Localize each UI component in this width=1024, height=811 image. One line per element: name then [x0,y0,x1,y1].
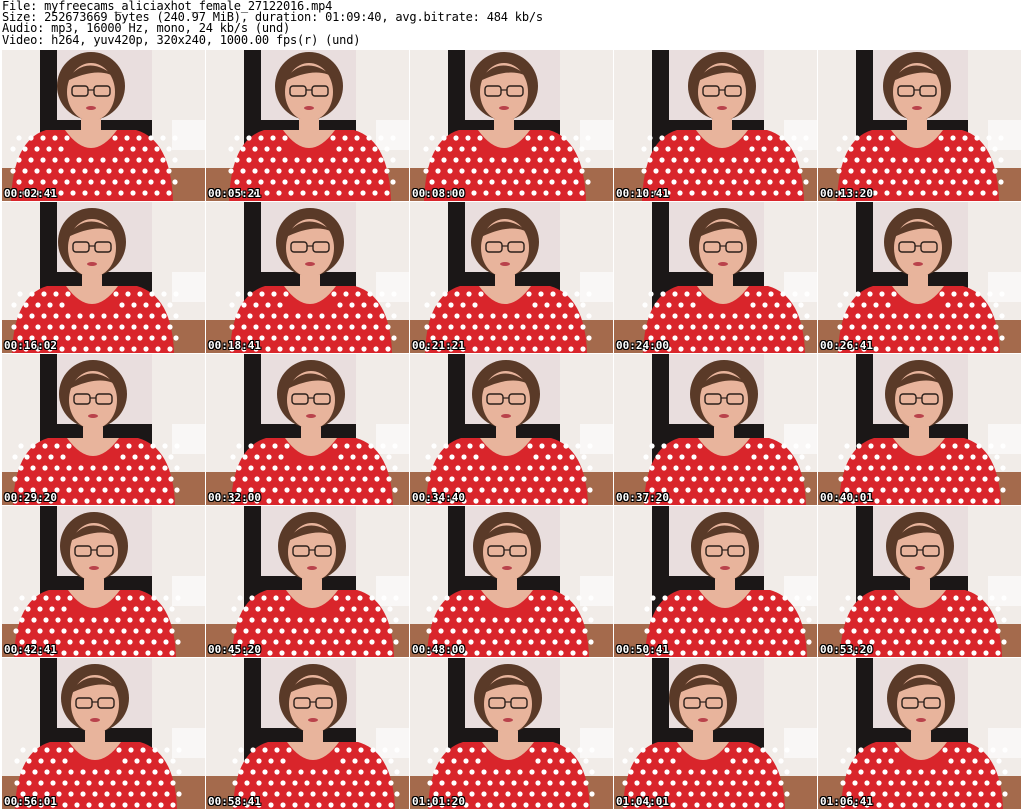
thumbnail-timestamp: 00:05:21 [208,187,261,200]
thumbnail-frame-image [410,506,613,657]
thumbnail-frame-image [614,354,817,505]
video-thumbnail: 00:37:20 [614,354,817,505]
thumbnail-frame-image [2,658,205,809]
thumbnail-timestamp: 00:56:01 [4,795,57,808]
video-thumbnail: 00:21:21 [410,202,613,353]
thumbnail-frame-image [818,50,1021,201]
thumbnail-frame-image [818,506,1021,657]
thumbnail-timestamp: 00:40:01 [820,491,873,504]
video-thumbnail: 00:10:41 [614,50,817,201]
thumbnail-frame-image [410,354,613,505]
thumbnail-timestamp: 00:58:41 [208,795,261,808]
video-info-line: Video: h264, yuv420p, 320x240, 1000.00 f… [2,32,361,47]
file-info-header: File: myfreecams_aliciaxhot_female_27122… [0,0,1024,51]
thumbnail-timestamp: 00:37:20 [616,491,669,504]
video-thumbnail: 00:32:00 [206,354,409,505]
thumbnail-timestamp: 00:32:00 [208,491,261,504]
thumbnail-frame-image [206,202,409,353]
thumbnail-frame-image [2,354,205,505]
video-thumbnail: 00:56:01 [2,658,205,809]
video-thumbnail: 00:45:20 [206,506,409,657]
video-thumbnail: 00:34:40 [410,354,613,505]
video-thumbnail: 00:08:00 [410,50,613,201]
video-thumbnail: 00:18:41 [206,202,409,353]
thumbnail-frame-image [410,202,613,353]
video-thumbnail: 01:04:01 [614,658,817,809]
thumbnail-timestamp: 00:16:02 [4,339,57,352]
video-thumbnail: 00:42:41 [2,506,205,657]
video-thumbnail: 00:13:20 [818,50,1021,201]
thumbnail-frame-image [2,202,205,353]
video-thumbnail: 00:58:41 [206,658,409,809]
video-thumbnail: 01:01:20 [410,658,613,809]
video-thumbnail: 00:40:01 [818,354,1021,505]
thumbnail-timestamp: 00:08:00 [412,187,465,200]
video-thumbnail: 00:53:20 [818,506,1021,657]
thumbnail-timestamp: 00:24:00 [616,339,669,352]
thumbnail-frame-image [818,354,1021,505]
thumbnail-frame-image [206,50,409,201]
thumbnail-frame-image [614,506,817,657]
video-thumbnail: 00:50:41 [614,506,817,657]
video-thumbnail: 00:24:00 [614,202,817,353]
thumbnail-frame-image [614,50,817,201]
thumbnail-timestamp: 01:06:41 [820,795,873,808]
video-thumbnail: 00:16:02 [2,202,205,353]
video-thumbnail: 00:48:00 [410,506,613,657]
thumbnail-timestamp: 00:26:41 [820,339,873,352]
thumbnail-timestamp: 00:48:00 [412,643,465,656]
thumbnail-timestamp: 00:21:21 [412,339,465,352]
thumbnail-frame-image [2,506,205,657]
thumbnail-timestamp: 00:45:20 [208,643,261,656]
thumbnail-timestamp: 00:34:40 [412,491,465,504]
thumbnail-timestamp: 00:02:41 [4,187,57,200]
video-thumbnail: 00:02:41 [2,50,205,201]
thumbnail-frame-image [410,50,613,201]
thumbnail-timestamp: 00:13:20 [820,187,873,200]
thumbnail-timestamp: 00:10:41 [616,187,669,200]
thumbnail-grid: 00:02:41 00:05:21 00:08:00 00:10:41 00:13:20… [0,50,1024,811]
thumbnail-frame-image [818,202,1021,353]
thumbnail-timestamp: 01:01:20 [412,795,465,808]
thumbnail-timestamp: 01:04:01 [616,795,669,808]
thumbnail-frame-image [410,658,613,809]
thumbnail-frame-image [614,658,817,809]
thumbnail-timestamp: 00:53:20 [820,643,873,656]
thumbnail-frame-image [2,50,205,201]
thumbnail-timestamp: 00:18:41 [208,339,261,352]
thumbnail-frame-image [206,658,409,809]
thumbnail-frame-image [206,506,409,657]
video-thumbnail: 01:06:41 [818,658,1021,809]
video-thumbnail: 00:26:41 [818,202,1021,353]
thumbnail-frame-image [818,658,1021,809]
thumbnail-timestamp: 00:42:41 [4,643,57,656]
video-thumbnail: 00:29:20 [2,354,205,505]
video-thumbnail: 00:05:21 [206,50,409,201]
thumbnail-frame-image [206,354,409,505]
thumbnail-frame-image [614,202,817,353]
thumbnail-timestamp: 00:29:20 [4,491,57,504]
thumbnail-timestamp: 00:50:41 [616,643,669,656]
